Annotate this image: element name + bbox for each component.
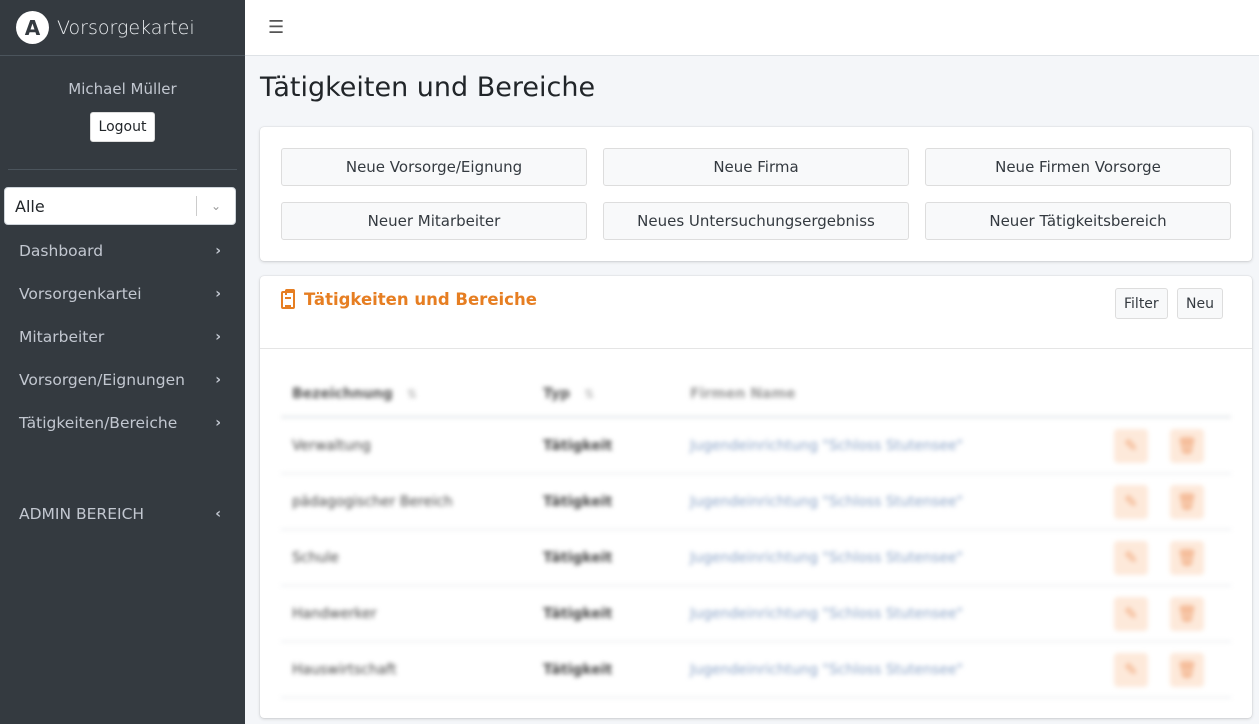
row-actions: ✎ 🗑 xyxy=(1114,596,1231,631)
cell-type: Tätigkeit xyxy=(543,661,613,678)
new-button[interactable]: Neu xyxy=(1177,288,1223,319)
user-panel: Michael Müller Logout xyxy=(8,56,237,170)
quick-actions-grid: Neue Vorsorge/Eignung Neue Firma Neue Fi… xyxy=(281,148,1231,240)
trash-icon[interactable]: 🗑 xyxy=(1170,652,1204,687)
new-mitarbeiter-button[interactable]: Neuer Mitarbeiter xyxy=(281,202,587,240)
row-actions: ✎ 🗑 xyxy=(1114,540,1231,575)
table-row: Hauswirtschaft Tätigkeit Jugendeinrichtu… xyxy=(281,642,1231,698)
edit-icon[interactable]: ✎ xyxy=(1114,652,1148,687)
sidebar: A Vorsorgekartei Michael Müller Logout A… xyxy=(0,0,245,724)
column-header-bezeichnung[interactable]: Bezeichnung ⇅ xyxy=(281,386,543,402)
new-vorsorge-button[interactable]: Neue Vorsorge/Eignung xyxy=(281,148,587,186)
cell-name: Hauswirtschaft xyxy=(292,661,397,678)
chevron-right-icon: › xyxy=(215,414,221,431)
data-table: Bezeichnung ⇅ Typ ⇅ Firmen Name Verwaltung… xyxy=(281,371,1231,698)
cell-company-link[interactable]: Jugendeinrichtung "Schloss Stutensee" xyxy=(690,606,1114,622)
top-navbar: ☰ xyxy=(245,0,1259,56)
sidebar-item-label: Dashboard xyxy=(19,241,104,260)
trash-icon[interactable]: 🗑 xyxy=(1170,484,1204,519)
chevron-down-icon[interactable]: ⌄ xyxy=(197,199,235,213)
user-name: Michael Müller xyxy=(68,80,177,98)
card-title-text: Tätigkeiten und Bereiche xyxy=(304,290,537,309)
menu-toggle-icon[interactable]: ☰ xyxy=(268,17,284,38)
table-header: Bezeichnung ⇅ Typ ⇅ Firmen Name xyxy=(281,371,1231,418)
cell-company-link[interactable]: Jugendeinrichtung "Schloss Stutensee" xyxy=(690,494,1114,510)
cell-company-link[interactable]: Jugendeinrichtung "Schloss Stutensee" xyxy=(690,662,1114,678)
new-untersuchungsergebnis-button[interactable]: Neues Untersuchungsergebniss xyxy=(603,202,909,240)
chevron-right-icon: › xyxy=(215,371,221,388)
edit-icon[interactable]: ✎ xyxy=(1114,428,1148,463)
cell-name: Handwerker xyxy=(292,605,377,622)
card-title: Tätigkeiten und Bereiche xyxy=(281,288,537,309)
cell-type: Tätigkeit xyxy=(543,605,613,622)
sidebar-item-mitarbeiter[interactable]: Mitarbeiter › xyxy=(0,315,245,358)
edit-icon[interactable]: ✎ xyxy=(1114,540,1148,575)
table-row: Verwaltung Tätigkeit Jugendeinrichtung "… xyxy=(281,418,1231,474)
cell-name: Schule xyxy=(292,549,339,566)
sidebar-item-admin[interactable]: ADMIN BEREICH ‹ xyxy=(0,492,245,535)
column-label: Typ xyxy=(543,385,571,402)
row-actions: ✎ 🗑 xyxy=(1114,652,1231,687)
table-row: Handwerker Tätigkeit Jugendeinrichtung "… xyxy=(281,586,1231,642)
cell-company-link[interactable]: Jugendeinrichtung "Schloss Stutensee" xyxy=(690,438,1114,454)
sidebar-nav: Dashboard › Vorsorgenkartei › Mitarbeite… xyxy=(0,229,245,535)
edit-icon[interactable]: ✎ xyxy=(1114,596,1148,631)
sidebar-item-label: Vorsorgen/Eignungen xyxy=(19,370,185,389)
table-row: pädagogischer Bereich Tätigkeit Jugendei… xyxy=(281,474,1231,530)
brand-name: Vorsorgekartei xyxy=(57,16,195,39)
sidebar-item-vorsorgen[interactable]: Vorsorgen/Eignungen › xyxy=(0,358,245,401)
row-actions: ✎ 🗑 xyxy=(1114,484,1231,519)
sidebar-item-label: Mitarbeiter xyxy=(19,327,105,346)
cell-name: Verwaltung xyxy=(292,437,371,454)
chevron-right-icon: › xyxy=(215,285,221,302)
table-row: Schule Tätigkeit Jugendeinrichtung "Schl… xyxy=(281,530,1231,586)
company-select[interactable]: Alle ⌄ xyxy=(4,187,236,225)
cell-type: Tätigkeit xyxy=(543,549,613,566)
clipboard-icon xyxy=(281,288,295,309)
column-label: Bezeichnung xyxy=(292,385,393,402)
filter-button[interactable]: Filter xyxy=(1115,288,1168,319)
sidebar-item-taetigkeiten[interactable]: Tätigkeiten/Bereiche › xyxy=(0,401,245,444)
page-title: Tätigkeiten und Bereiche xyxy=(260,72,596,103)
cell-type: Tätigkeit xyxy=(543,493,613,510)
sidebar-item-label: ADMIN BEREICH xyxy=(19,504,145,523)
sidebar-item-vorsorgenkartei[interactable]: Vorsorgenkartei › xyxy=(0,272,245,315)
cell-company-link[interactable]: Jugendeinrichtung "Schloss Stutensee" xyxy=(690,550,1114,566)
brand-link[interactable]: A Vorsorgekartei xyxy=(0,0,245,56)
chevron-right-icon: › xyxy=(215,242,221,259)
main-content: Tätigkeiten und Bereiche Neue Vorsorge/E… xyxy=(245,56,1259,724)
quick-actions-card: Neue Vorsorge/Eignung Neue Firma Neue Fi… xyxy=(260,127,1252,261)
column-header-typ[interactable]: Typ ⇅ xyxy=(543,386,690,402)
sort-icon[interactable]: ⇅ xyxy=(584,387,594,401)
row-actions: ✎ 🗑 xyxy=(1114,428,1231,463)
new-firmen-vorsorge-button[interactable]: Neue Firmen Vorsorge xyxy=(925,148,1231,186)
sidebar-item-label: Vorsorgenkartei xyxy=(19,284,142,303)
sidebar-item-label: Tätigkeiten/Bereiche xyxy=(19,413,178,432)
cell-type: Tätigkeit xyxy=(543,437,613,454)
column-header-firmen-name: Firmen Name xyxy=(690,385,796,402)
trash-icon[interactable]: 🗑 xyxy=(1170,428,1204,463)
chevron-right-icon: › xyxy=(215,328,221,345)
cell-name: pädagogischer Bereich xyxy=(292,493,453,510)
sidebar-item-dashboard[interactable]: Dashboard › xyxy=(0,229,245,272)
trash-icon[interactable]: 🗑 xyxy=(1170,540,1204,575)
edit-icon[interactable]: ✎ xyxy=(1114,484,1148,519)
company-select-value: Alle xyxy=(15,196,45,216)
chevron-left-icon: ‹ xyxy=(215,505,221,522)
new-firma-button[interactable]: Neue Firma xyxy=(603,148,909,186)
new-taetigkeitsbereich-button[interactable]: Neuer Tätigkeitsbereich xyxy=(925,202,1231,240)
brand-logo-icon: A xyxy=(16,11,49,44)
card-header: Tätigkeiten und Bereiche Filter Neu xyxy=(260,276,1252,349)
trash-icon[interactable]: 🗑 xyxy=(1170,596,1204,631)
logout-button[interactable]: Logout xyxy=(89,112,156,142)
taetigkeiten-card: Tätigkeiten und Bereiche Filter Neu Beze… xyxy=(260,276,1252,718)
sort-icon[interactable]: ⇅ xyxy=(407,387,417,401)
